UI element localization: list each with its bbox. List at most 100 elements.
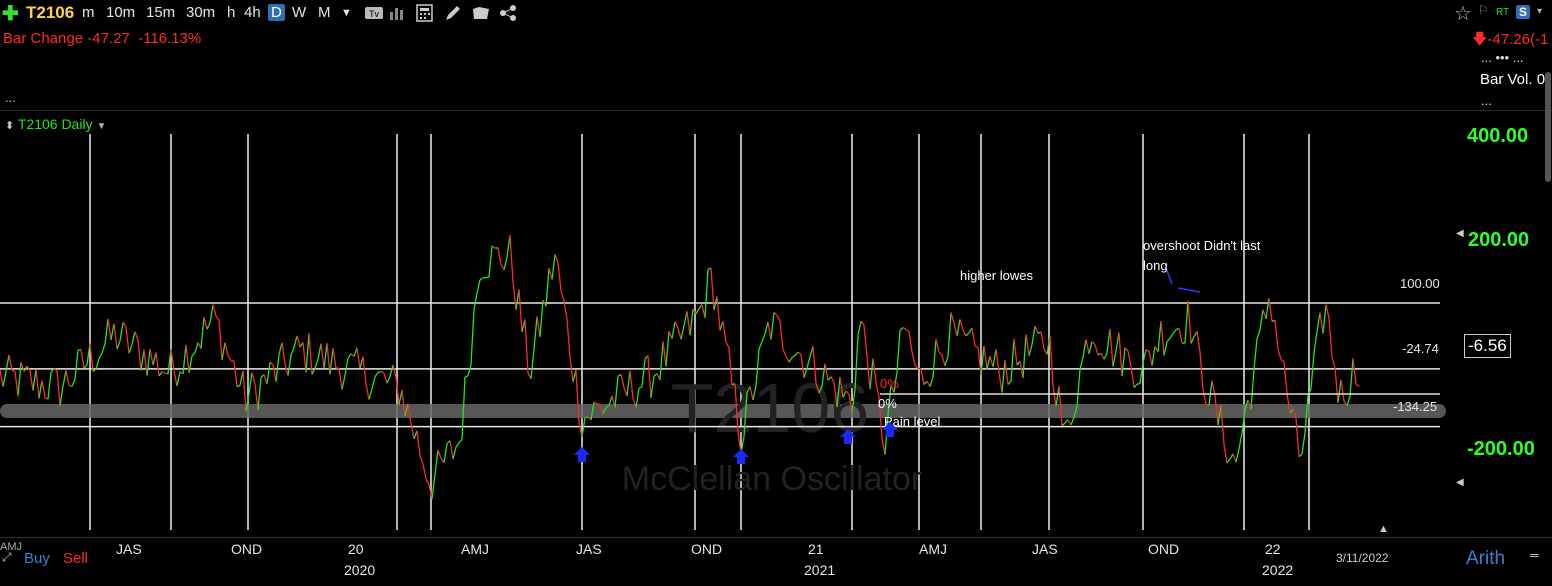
- series-segment-311: [932, 339, 937, 377]
- sell-button[interactable]: Sell: [63, 550, 88, 567]
- y-tick-200: 200.00: [1468, 229, 1530, 251]
- x-tick-9: OND: [1148, 541, 1180, 557]
- series-segment-43: [128, 344, 133, 354]
- series-segment-0: [0, 369, 4, 387]
- series-segment-151: [452, 446, 457, 460]
- series-segment-411: [1232, 453, 1237, 463]
- series-segment-235: [704, 269, 709, 318]
- series-segment-390: [1169, 333, 1174, 339]
- series-segment-48: [143, 349, 148, 376]
- series-segment-315: [944, 356, 949, 367]
- series-segment-382: [1145, 349, 1150, 352]
- series-segment-16: [47, 372, 52, 400]
- series-segment-290: [869, 358, 874, 390]
- buy-marker-0: [574, 447, 590, 462]
- series-segment-266: [797, 351, 802, 355]
- annotation-overshoot: overshoot Didn't last long: [1143, 238, 1261, 273]
- series-segment-319: [956, 319, 961, 336]
- series-segment-119: [356, 347, 361, 369]
- series-segment-209: [626, 370, 631, 396]
- scale-label[interactable]: Arith: [1466, 548, 1505, 570]
- x-tick-6: 21: [808, 541, 824, 557]
- series-segment-321: [962, 330, 967, 337]
- series-segment-302: [905, 328, 910, 333]
- series-segment-403: [1208, 380, 1213, 406]
- series-segment-257: [770, 312, 775, 340]
- series-segment-307: [920, 368, 925, 385]
- series-segment-108: [323, 343, 328, 369]
- series-segment-24: [71, 379, 76, 387]
- series-segment-83: [248, 372, 253, 394]
- series-segment-140: [419, 455, 424, 465]
- series-segment-408: [1223, 444, 1228, 464]
- series-segment-443: [1328, 318, 1333, 358]
- series-segment-225: [674, 321, 679, 329]
- series-segment-434: [1301, 432, 1306, 455]
- series-segment-123: [368, 388, 373, 400]
- series-segment-198: [593, 401, 598, 405]
- series-segment-328: [983, 345, 988, 369]
- series-segment-177: [530, 349, 535, 379]
- series-segment-387: [1160, 321, 1165, 356]
- series-segment-44: [131, 331, 136, 345]
- series-segment-126: [377, 370, 382, 373]
- series-segment-19: [56, 370, 61, 406]
- series-segment-400: [1199, 351, 1204, 390]
- series-segment-220: [659, 341, 664, 380]
- series-segment-22: [65, 370, 70, 386]
- series-segment-158: [473, 292, 478, 310]
- series-segment-38: [113, 323, 118, 350]
- series-segment-426: [1277, 348, 1282, 360]
- series-segment-129: [386, 376, 391, 384]
- series-segment-338: [1013, 339, 1018, 366]
- series-segment-363: [1088, 341, 1093, 354]
- scale-menu-icon[interactable]: ═: [1530, 548, 1539, 562]
- series-segment-145: [434, 449, 439, 475]
- series-segment-350: [1049, 335, 1054, 387]
- series-segment-260: [779, 321, 784, 350]
- series-segment-437: [1310, 352, 1315, 389]
- series-segment-40: [119, 322, 124, 342]
- series-segment-185: [554, 254, 559, 264]
- series-segment-51: [152, 352, 157, 366]
- series-segment-447: [1340, 379, 1345, 402]
- series-segment-45: [134, 331, 139, 341]
- buy-button[interactable]: Buy: [24, 550, 50, 567]
- series-segment-170: [509, 235, 514, 282]
- series-segment-99: [296, 335, 301, 348]
- series-segment-173: [518, 289, 523, 333]
- scrollbar-thumb[interactable]: [1545, 72, 1551, 182]
- series-segment-226: [677, 327, 682, 340]
- series-segment-224: [671, 321, 676, 339]
- series-segment-357: [1070, 416, 1075, 426]
- series-segment-261: [782, 349, 787, 357]
- series-segment-72: [215, 315, 220, 321]
- series-segment-428: [1283, 361, 1288, 394]
- series-segment-386: [1157, 321, 1162, 352]
- series-segment-232: [695, 308, 700, 315]
- series-segment-422: [1265, 298, 1270, 319]
- year-2020: 2020: [344, 562, 376, 578]
- scroll-up-arrow-icon[interactable]: ▲: [1378, 523, 1389, 535]
- series-segment-441: [1322, 304, 1327, 334]
- series-segment-310: [929, 376, 934, 387]
- series-segment-292: [875, 382, 880, 397]
- series-segment-77: [230, 359, 235, 362]
- series-segment-69: [206, 322, 211, 330]
- series-segment-325: [974, 345, 979, 348]
- series-segment-376: [1127, 351, 1132, 367]
- series-segment-331: [992, 349, 997, 367]
- series-segment-379: [1136, 382, 1141, 385]
- expand-down-icon[interactable]: ⤢: [2, 550, 12, 565]
- series-segment-114: [341, 375, 346, 390]
- series-segment-345: [1034, 325, 1039, 334]
- series-segment-445: [1334, 367, 1339, 403]
- chart-canvas[interactable]: T2106 McClellan Oscillator 0% 0%: [0, 0, 1552, 586]
- series-segment-384: [1151, 346, 1156, 366]
- level-label-100: 100.00: [1400, 276, 1440, 291]
- level-label-neg134: -134.25: [1393, 399, 1438, 414]
- series-segment-409: [1226, 458, 1231, 464]
- series-segment-333: [998, 372, 1003, 393]
- series-segment-419: [1256, 329, 1261, 340]
- series-segment-130: [389, 364, 394, 377]
